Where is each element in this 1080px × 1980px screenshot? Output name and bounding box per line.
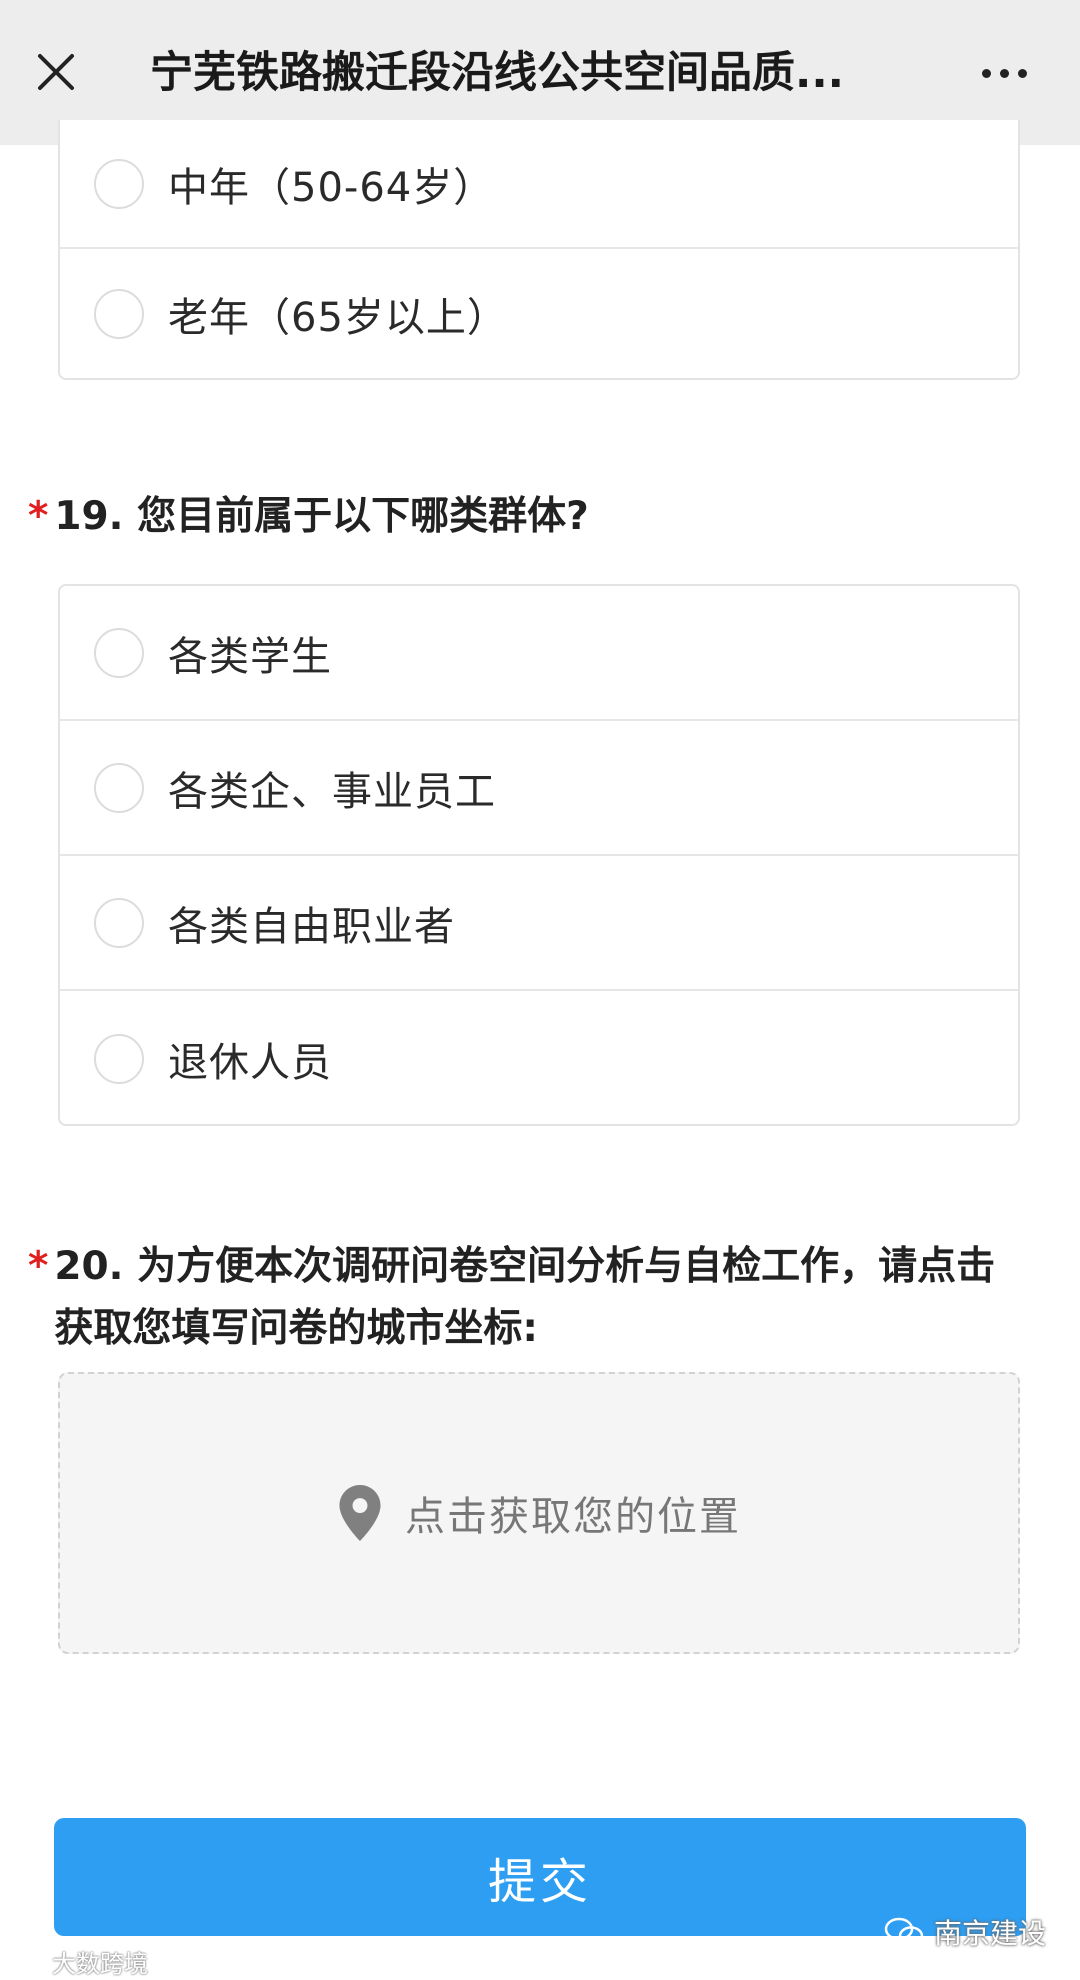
radio-icon[interactable] [94, 762, 144, 813]
question-text: 19. 您目前属于以下哪类群体? [54, 494, 589, 539]
get-location-button[interactable]: 点击获取您的位置 [58, 1372, 1020, 1654]
question-20: * 20. 为方便本次调研问卷空间分析与自检工作，请点击获取您填写问卷的城市坐标: [28, 1236, 1024, 1360]
map-pin-icon [339, 1485, 381, 1541]
radio-icon[interactable] [94, 627, 144, 678]
option-label: 各类自由职业者 [168, 903, 455, 950]
radio-icon[interactable] [94, 1033, 144, 1084]
radio-icon[interactable] [94, 288, 144, 339]
q19-options: 各类学生 各类企、事业员工 各类自由职业者 退休人员 [58, 584, 1020, 1126]
watermark-left: 大数跨境 [6, 1944, 148, 1979]
location-placeholder: 点击获取您的位置 [405, 1494, 741, 1540]
option-label: 各类企、事业员工 [168, 768, 496, 815]
watermark-left-text: 大数跨境 [52, 1950, 148, 1978]
more-icon[interactable] [972, 56, 1036, 90]
option-students[interactable]: 各类学生 [60, 586, 1018, 721]
q18-options: 中年（50-64岁） 老年（65岁以上） [58, 120, 1020, 380]
wechat-icon [884, 1917, 924, 1946]
submit-button[interactable]: 提交 [54, 1818, 1026, 1936]
watermark-logo-icon [6, 1955, 46, 1970]
option-retirees[interactable]: 退休人员 [60, 991, 1018, 1126]
option-freelancers[interactable]: 各类自由职业者 [60, 856, 1018, 991]
option-middle-aged[interactable]: 中年（50-64岁） [60, 120, 1018, 249]
option-label: 老年（65岁以上） [168, 294, 508, 341]
option-label: 各类学生 [168, 633, 332, 680]
page-title: 宁芜铁路搬迁段沿线公共空间品质... [150, 48, 845, 98]
option-employees[interactable]: 各类企、事业员工 [60, 721, 1018, 856]
watermark-right: 南京建设 [884, 1912, 1046, 1952]
watermark-right-text: 南京建设 [933, 1917, 1046, 1950]
close-icon[interactable] [30, 46, 82, 98]
question-text: 20. 为方便本次调研问卷空间分析与自检工作，请点击获取您填写问卷的城市坐标: [54, 1244, 996, 1351]
required-mark: * [28, 494, 49, 539]
required-mark: * [28, 1244, 49, 1289]
radio-icon[interactable] [94, 158, 144, 209]
radio-icon[interactable] [94, 897, 144, 948]
option-label: 退休人员 [168, 1039, 332, 1086]
option-elderly[interactable]: 老年（65岁以上） [60, 249, 1018, 378]
option-label: 中年（50-64岁） [168, 164, 495, 211]
question-19: * 19. 您目前属于以下哪类群体? [28, 486, 589, 548]
